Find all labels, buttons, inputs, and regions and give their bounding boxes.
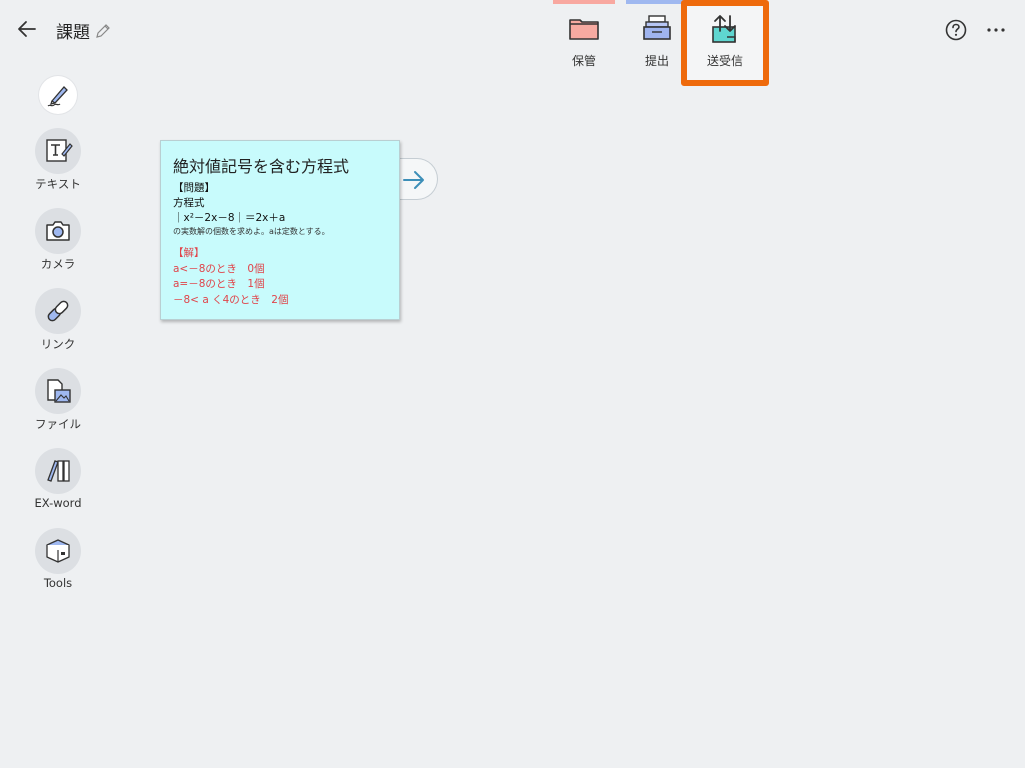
text-tool-label: テキスト — [35, 177, 81, 191]
answer-line: －8< a く4のとき 2個 — [173, 293, 289, 306]
title-area: 課題 — [56, 18, 112, 43]
tools-tool-label: Tools — [43, 576, 73, 590]
camera-tool-label: カメラ — [40, 257, 76, 271]
assignment-card[interactable]: 絶対値記号を含む方程式 【問題】 方程式 ｜x²－2x－8｜＝2x＋a の実数解… — [160, 140, 400, 320]
pencil-edit-icon[interactable] — [94, 22, 112, 40]
pen-icon — [39, 76, 77, 114]
problem-equation: ｜x²－2x－8｜＝2x＋a — [173, 212, 286, 224]
help-icon[interactable] — [945, 19, 967, 41]
app-root: 課題 保管 提出 送受信 テキスト カメラ リンク ファイル EX-word T… — [0, 0, 1025, 768]
tools-tool[interactable]: Tools — [28, 528, 88, 590]
link-icon — [35, 288, 81, 334]
file-tool[interactable]: ファイル — [28, 368, 88, 432]
ex-word-tool-label: EX-word — [34, 496, 82, 510]
tray-icon — [641, 12, 673, 44]
submit-accent-strip — [626, 0, 688, 4]
keep-label: 保管 — [571, 54, 596, 68]
pen-tool[interactable] — [28, 76, 88, 114]
submit-button[interactable]: 提出 — [626, 0, 688, 80]
link-tool[interactable]: リンク — [28, 288, 88, 352]
page-title: 課題 — [56, 23, 90, 43]
camera-tool[interactable]: カメラ — [28, 208, 88, 272]
send-receive-label: 送受信 — [706, 54, 743, 68]
problem-instruction: の実数解の個数を求めよ。aは定数とする。 — [173, 227, 330, 236]
submit-label: 提出 — [644, 54, 669, 68]
folder-icon — [568, 12, 600, 44]
problem-heading: 【問題】 — [173, 182, 215, 194]
keep-accent-strip — [553, 0, 615, 4]
more-options-icon[interactable] — [986, 22, 1006, 38]
problem-line: 方程式 — [173, 197, 205, 209]
answer-heading: 【解】 — [173, 247, 205, 259]
answer-line: a=－8のとき 1個 — [173, 278, 265, 290]
text-tool[interactable]: テキスト — [28, 128, 88, 192]
back-arrow-icon[interactable] — [15, 16, 41, 42]
keep-button[interactable]: 保管 — [553, 0, 615, 80]
arrow-right-icon — [403, 171, 424, 189]
text-icon — [35, 128, 81, 174]
link-tool-label: リンク — [40, 337, 76, 351]
toolbox-icon — [35, 528, 81, 574]
file-tool-label: ファイル — [35, 417, 81, 431]
send-receive-icon — [709, 13, 741, 45]
camera-icon — [35, 208, 81, 254]
send-receive-button[interactable]: 送受信 — [681, 0, 769, 86]
ex-word-tool[interactable]: EX-word — [28, 448, 88, 510]
file-icon — [35, 368, 81, 414]
answer-line: a<－8のとき 0個 — [173, 262, 265, 275]
card-title: 絶対値記号を含む方程式 — [173, 157, 350, 176]
dictionary-books-icon — [35, 448, 81, 494]
